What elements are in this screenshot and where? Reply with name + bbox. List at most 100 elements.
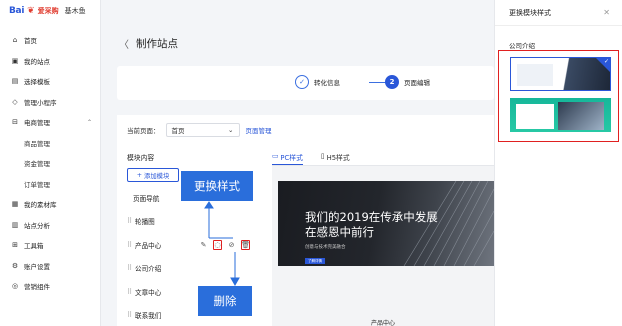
page-toolbar: 当前页面： 首页 ⌄ 页面管理 — [127, 123, 272, 137]
step-2: 2 页面编辑 — [385, 75, 430, 89]
drag-handle-icon[interactable]: ⠿ — [127, 311, 135, 319]
site-icon: ▣ — [11, 56, 19, 65]
step-progress: ✓ 转化信息 2 页面编辑 — [117, 66, 494, 100]
panel-header: 更换模块样式 ✕ — [495, 0, 622, 26]
delete-icon[interactable]: 🗑 — [241, 239, 250, 250]
module-item-about[interactable]: ⠿ 公司介绍 — [127, 257, 259, 281]
close-icon[interactable]: ✕ — [603, 8, 610, 17]
module-label: 联系我们 — [135, 312, 162, 321]
thumb-image — [558, 102, 604, 130]
style-option-1[interactable]: ✓ — [510, 57, 611, 91]
banner-button[interactable]: 了解详情 — [305, 258, 325, 264]
chevron-up-icon[interactable]: ⌃ — [87, 119, 92, 126]
current-page-label: 当前页面： — [127, 127, 160, 135]
thumb-text-block — [517, 64, 553, 86]
change-style-callout: 更换样式 — [181, 171, 253, 201]
banner-subtitle: 创意与技术完美融合 — [305, 245, 346, 250]
selected-check-icon: ✓ — [596, 58, 610, 72]
panel-title: 更换模块样式 — [509, 8, 551, 17]
module-item-carousel[interactable]: ⠿ 轮播图 — [127, 210, 259, 234]
tab-pc[interactable]: ▭ PC样式 — [272, 152, 303, 165]
style-tabs: ▭ PC样式 ▯ H5样式 — [272, 152, 494, 166]
sidebar-nav: ⌂ 首页 ▣ 我的站点 ▤ 选择模板 ◇ 管理小程序 ⊟ 电商管理 ⌃ 商品管理… — [0, 30, 100, 297]
library-icon: ▦ — [11, 200, 19, 209]
sidebar-item-label: 管理小程序 — [24, 98, 57, 107]
cart-icon: ⊟ — [12, 118, 18, 127]
back-arrow-icon[interactable]: 〈 — [119, 36, 129, 51]
hide-icon[interactable]: ⊘ — [227, 240, 236, 250]
sidebar-item-label: 资金管理 — [24, 160, 50, 169]
page-header: 〈 制作站点 — [119, 36, 178, 51]
marketing-icon: ◎ — [11, 282, 19, 291]
thumb-card — [516, 104, 554, 129]
home-icon: ⌂ — [12, 36, 18, 45]
sidebar-item-label: 我的素材库 — [24, 201, 57, 210]
sidebar-item-home[interactable]: ⌂ 首页 — [0, 30, 100, 51]
edit-icon[interactable]: ✎ — [199, 240, 208, 250]
page-select[interactable]: 首页 ⌄ — [165, 123, 240, 137]
module-label: 文章中心 — [135, 288, 162, 297]
sidebar-item-products[interactable]: 商品管理 — [0, 133, 100, 154]
drag-handle-icon[interactable]: ⠿ — [127, 241, 135, 249]
delete-callout: 删除 — [198, 286, 252, 316]
phone-icon: ▯ — [320, 152, 325, 160]
step-number: 2 — [385, 75, 399, 89]
module-label: 产品中心 — [135, 241, 162, 250]
settings-icon: ⚙ — [11, 261, 19, 270]
module-label: 公司介绍 — [135, 265, 162, 274]
module-label: 页面导航 — [133, 194, 160, 203]
banner-image[interactable]: 我们的2019在传承中发展 在感恩中前行 创意与技术完美融合 了解详情 — [278, 181, 494, 266]
module-item-products[interactable]: ⠿ 产品中心 ✎ ◌ ⊘ 🗑 — [127, 233, 259, 257]
style-option-2[interactable] — [510, 98, 611, 132]
drag-handle-icon[interactable]: ⠿ — [127, 264, 135, 272]
page-select-value: 首页 — [171, 127, 185, 135]
sidebar-item-templates[interactable]: ▤ 选择模板 — [0, 71, 100, 92]
paw-icon: ❦ — [27, 6, 35, 16]
change-style-icon[interactable]: ◌ — [213, 239, 222, 250]
sidebar-item-account-settings[interactable]: ⚙ 账户设置 — [0, 256, 100, 277]
module-actions: ✎ ◌ ⊘ 🗑 — [199, 239, 250, 250]
drag-handle-icon[interactable]: ⠿ — [127, 288, 135, 296]
sidebar-item-label: 电商管理 — [24, 119, 50, 128]
analytics-icon: ▥ — [11, 220, 19, 229]
main-area: 〈 制作站点 ✓ 转化信息 2 页面编辑 当前页面： 首页 ⌄ 页面管理 模块内… — [101, 0, 494, 326]
template-icon: ▤ — [11, 77, 19, 86]
sidebar-item-miniprogram[interactable]: ◇ 管理小程序 — [0, 92, 100, 113]
panel-section-title: 公司介绍 — [509, 42, 535, 50]
sidebar-item-label: 站点分析 — [24, 221, 50, 230]
sidebar-item-library[interactable]: ▦ 我的素材库 — [0, 194, 100, 215]
add-module-button[interactable]: + 添加模块 — [127, 168, 179, 182]
sidebar-item-label: 商品管理 — [24, 139, 50, 148]
banner-title-line1: 我们的2019在传承中发展 — [305, 210, 438, 224]
sidebar-item-label: 工具箱 — [24, 242, 44, 251]
plus-icon: + — [136, 171, 143, 179]
tab-h5[interactable]: ▯ H5样式 — [321, 152, 350, 165]
sidebar-item-ecommerce[interactable]: ⊟ 电商管理 ⌃ — [0, 112, 100, 133]
module-list-title: 模块内容 — [127, 154, 155, 162]
sidebar-item-analytics[interactable]: ▥ 站点分析 — [0, 215, 100, 236]
step-label: 页面编辑 — [404, 79, 430, 87]
sidebar-item-label: 选择模板 — [24, 78, 50, 87]
sidebar-item-funds[interactable]: 资金管理 — [0, 153, 100, 174]
product-name: 基木鱼 — [64, 7, 86, 15]
page-manage-link[interactable]: 页面管理 — [246, 125, 272, 135]
banner-title: 我们的2019在传承中发展 在感恩中前行 — [305, 210, 438, 240]
sidebar-item-marketing[interactable]: ◎ 营销组件 — [0, 276, 100, 297]
sidebar-item-toolbox[interactable]: ⊞ 工具箱 — [0, 235, 100, 256]
sidebar-item-orders[interactable]: 订单管理 — [0, 174, 100, 195]
brand-logo[interactable]: Bai ❦ 爱采购 基木鱼 — [0, 0, 100, 22]
sidebar-item-my-sites[interactable]: ▣ 我的站点 — [0, 51, 100, 72]
banner-title-line2: 在感恩中前行 — [305, 225, 374, 239]
tab-label: PC样式 — [280, 154, 303, 162]
tab-label: H5样式 — [326, 154, 350, 162]
module-label: 轮播图 — [135, 218, 155, 227]
drag-handle-icon[interactable]: ⠿ — [127, 217, 135, 225]
editor-panel: 当前页面： 首页 ⌄ 页面管理 模块内容 + 添加模块 页面导航 ⠿ 轮播图 ⠿… — [117, 115, 494, 326]
monitor-icon: ▭ — [272, 152, 279, 160]
logo-text: Bai — [9, 6, 25, 16]
add-module-label: 添加模块 — [144, 172, 170, 180]
chevron-down-icon: ⌄ — [228, 126, 234, 134]
preview-panel: ▭ PC样式 ▯ H5样式 我们的2019在传承中发展 在感恩中前行 创意与技术… — [272, 152, 494, 326]
check-icon: ✓ — [295, 75, 309, 89]
toolbox-icon: ⊞ — [12, 241, 18, 250]
